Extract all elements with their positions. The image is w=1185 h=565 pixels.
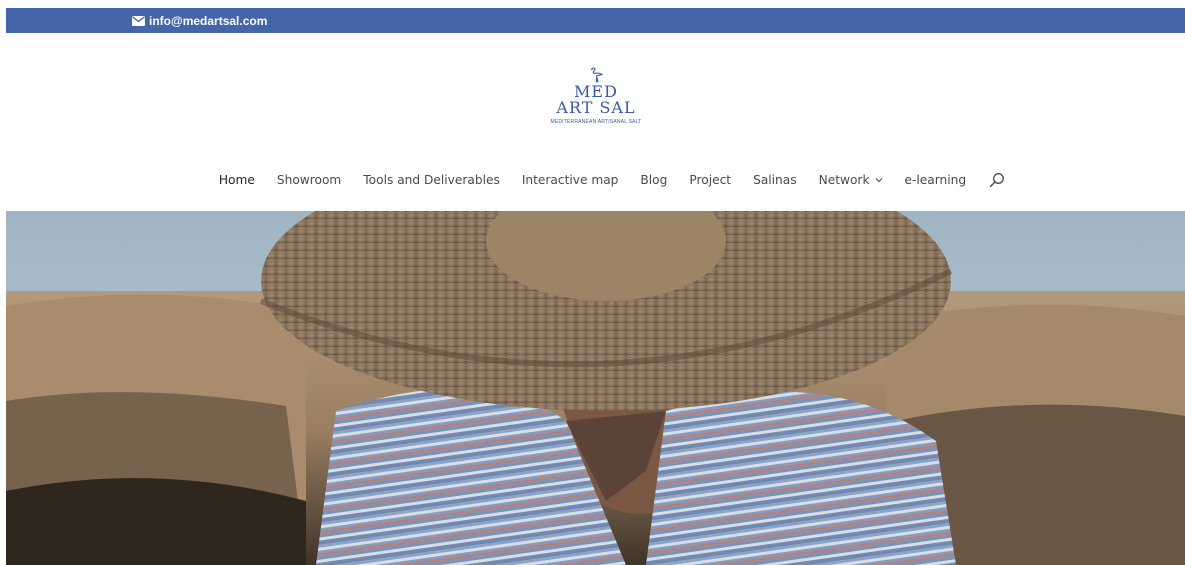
hero-image — [6, 211, 1185, 565]
nav-label: Project — [689, 173, 732, 187]
nav-item-salinas[interactable]: Salinas — [753, 173, 797, 187]
chevron-down-icon — [875, 178, 882, 183]
nav-label: Home — [218, 173, 255, 187]
nav-label: Network — [818, 173, 870, 187]
nav-list: Home Showroom Tools and Deliverables Int… — [186, 172, 1005, 188]
nav-item-project[interactable]: Project — [689, 173, 731, 187]
nav-label: Showroom — [276, 173, 342, 187]
nav-item-home[interactable]: Home — [219, 173, 255, 187]
nav-item-showroom[interactable]: Showroom — [277, 173, 341, 187]
logo-tagline: MEDITERRANEAN ARTISANAL SALT — [550, 119, 642, 125]
nav-label: e-learning — [904, 173, 967, 187]
nav-item-tools-and-deliverables[interactable]: Tools and Deliverables — [363, 173, 500, 187]
site-logo[interactable]: MED ART SAL MEDITERRANEAN ARTISANAL SALT — [526, 67, 666, 137]
nav-label: Tools and Deliverables — [363, 173, 500, 187]
email-text: info@medartsal.com — [149, 13, 268, 28]
nav-label: Blog — [640, 173, 668, 187]
page: info@medartsal.com MED ART SAL MEDITERRA… — [0, 0, 1185, 565]
nav-item-blog[interactable]: Blog — [640, 173, 667, 187]
nav-label: Salinas — [753, 173, 797, 187]
nav-item-e-learning[interactable]: e-learning — [905, 173, 967, 187]
flamingo-icon — [590, 67, 604, 83]
main-nav: Home Showroom Tools and Deliverables Int… — [6, 164, 1185, 196]
email-link[interactable]: info@medartsal.com — [132, 8, 267, 33]
search-icon[interactable] — [989, 172, 1005, 188]
logo-line-2: ART SAL — [556, 98, 636, 117]
nav-item-network[interactable]: Network — [819, 173, 883, 187]
hero-illustration — [6, 211, 1185, 565]
nav-item-interactive-map[interactable]: Interactive map — [522, 173, 619, 187]
site-header: MED ART SAL MEDITERRANEAN ARTISANAL SALT… — [6, 33, 1185, 210]
envelope-icon — [132, 15, 145, 26]
nav-label: Interactive map — [521, 173, 619, 187]
top-contact-bar: info@medartsal.com — [6, 8, 1185, 33]
